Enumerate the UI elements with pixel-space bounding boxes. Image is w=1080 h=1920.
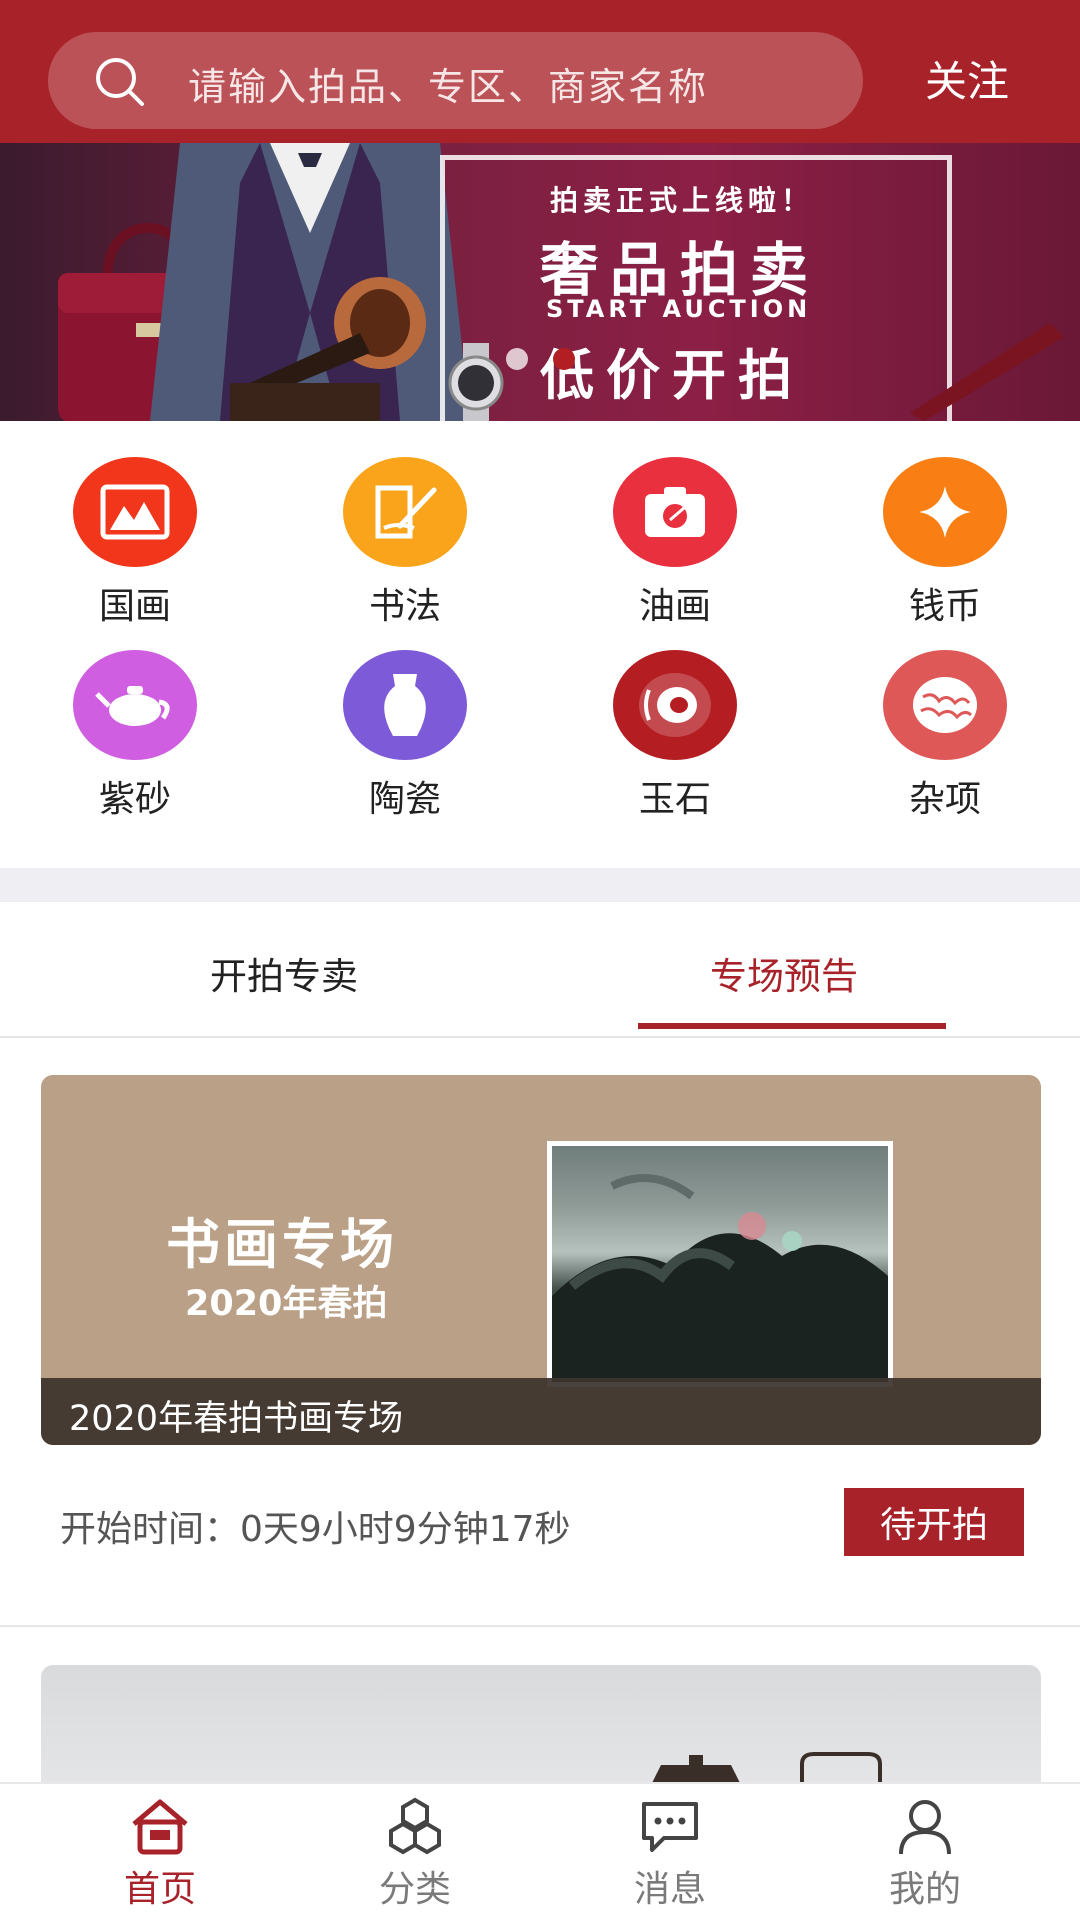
category-qianbi[interactable]: 钱币 <box>845 457 1045 627</box>
banner-title-secondary: 低价开拍 <box>540 344 804 407</box>
category-guohua[interactable]: 国画 <box>35 457 235 627</box>
category-label: 国画 <box>98 586 171 627</box>
promo-banner[interactable]: 拍卖正式上线啦！ 奢品拍卖 START AUCTION 低价开拍 <box>0 143 1080 421</box>
category-shufa[interactable]: 书法 <box>305 457 505 627</box>
category-taoci[interactable]: 陶瓷 <box>305 650 505 820</box>
nav-label: 分类 <box>378 1869 451 1910</box>
tab-auction-live[interactable]: 开拍专卖 <box>210 946 358 1000</box>
pending-auction-button[interactable]: 待开拍 <box>844 1488 1024 1556</box>
brush-calligraphy-icon <box>343 457 467 567</box>
category-yushi[interactable]: 玉石 <box>575 650 775 820</box>
landscape-painting-icon <box>73 457 197 567</box>
session-card-title: 书画专场 <box>166 1213 398 1276</box>
category-zisha[interactable]: 紫砂 <box>35 650 235 820</box>
home-icon <box>132 1799 188 1855</box>
carousel-dot-2-active[interactable] <box>553 348 575 370</box>
section-separator <box>0 868 1080 902</box>
palette-icon <box>613 457 737 567</box>
search-box[interactable]: 请输入拍品、专区、商家名称 <box>48 32 863 129</box>
top-header: 请输入拍品、专区、商家名称 关注 <box>0 0 1080 143</box>
follow-button[interactable]: 关注 <box>925 48 1009 109</box>
nav-profile[interactable]: 我的 <box>825 1784 1025 1920</box>
session-caption: 2020年春拍书画专场 <box>69 1399 404 1439</box>
nav-label: 首页 <box>123 1869 196 1910</box>
category-label: 陶瓷 <box>368 779 441 820</box>
category-label: 紫砂 <box>98 779 171 820</box>
session-card-2[interactable] <box>41 1665 1041 1785</box>
jade-bi-icon <box>613 650 737 760</box>
tab-divider <box>0 1036 1080 1038</box>
session-card-subtitle: 2020年春拍 <box>185 1284 388 1324</box>
gramophone-illustration <box>230 277 426 421</box>
category-icon <box>389 1797 441 1855</box>
nav-label: 消息 <box>633 1869 706 1910</box>
category-youhua[interactable]: 油画 <box>575 457 775 627</box>
search-icon <box>96 58 144 106</box>
category-label: 玉石 <box>638 779 711 820</box>
session-caption-bar: 2020年春拍书画专场 <box>41 1378 1041 1445</box>
nav-label: 我的 <box>888 1869 961 1910</box>
banner-subtitle: START AUCTION <box>546 295 812 323</box>
category-label: 油画 <box>638 586 711 627</box>
walnut-icon <box>883 650 1007 760</box>
search-placeholder[interactable]: 请输入拍品、专区、商家名称 <box>188 56 708 111</box>
carousel-dot-1[interactable] <box>506 348 528 370</box>
nav-messages[interactable]: 消息 <box>570 1784 770 1920</box>
painting-image <box>547 1141 893 1387</box>
banner-kicker: 拍卖正式上线啦！ <box>550 184 815 217</box>
nav-home[interactable]: 首页 <box>60 1784 260 1920</box>
teapot-image <box>651 1755 741 1785</box>
category-zaxiang[interactable]: 杂项 <box>845 650 1045 820</box>
profile-icon <box>899 1800 951 1855</box>
category-label: 钱币 <box>908 586 981 627</box>
message-icon <box>642 1802 698 1852</box>
session-card[interactable]: 书画专场 2020年春拍 2020年春拍书画专场 <box>41 1075 1041 1445</box>
start-countdown: 开始时间：0天9小时9分钟17秒 <box>60 1509 571 1550</box>
coin-icon <box>883 457 1007 567</box>
teapot-icon <box>73 650 197 760</box>
bottom-navigation: 首页 分类 消息 我的 <box>0 1782 1080 1920</box>
category-label: 书法 <box>368 586 441 627</box>
active-tab-indicator <box>638 1023 946 1029</box>
pen-illustration <box>910 323 1064 421</box>
vase-icon <box>343 650 467 760</box>
list-divider <box>0 1625 1080 1627</box>
nav-category[interactable]: 分类 <box>315 1784 515 1920</box>
cup-image <box>800 1752 882 1785</box>
category-label: 杂项 <box>908 779 981 820</box>
tab-session-preview[interactable]: 专场预告 <box>710 946 858 1000</box>
